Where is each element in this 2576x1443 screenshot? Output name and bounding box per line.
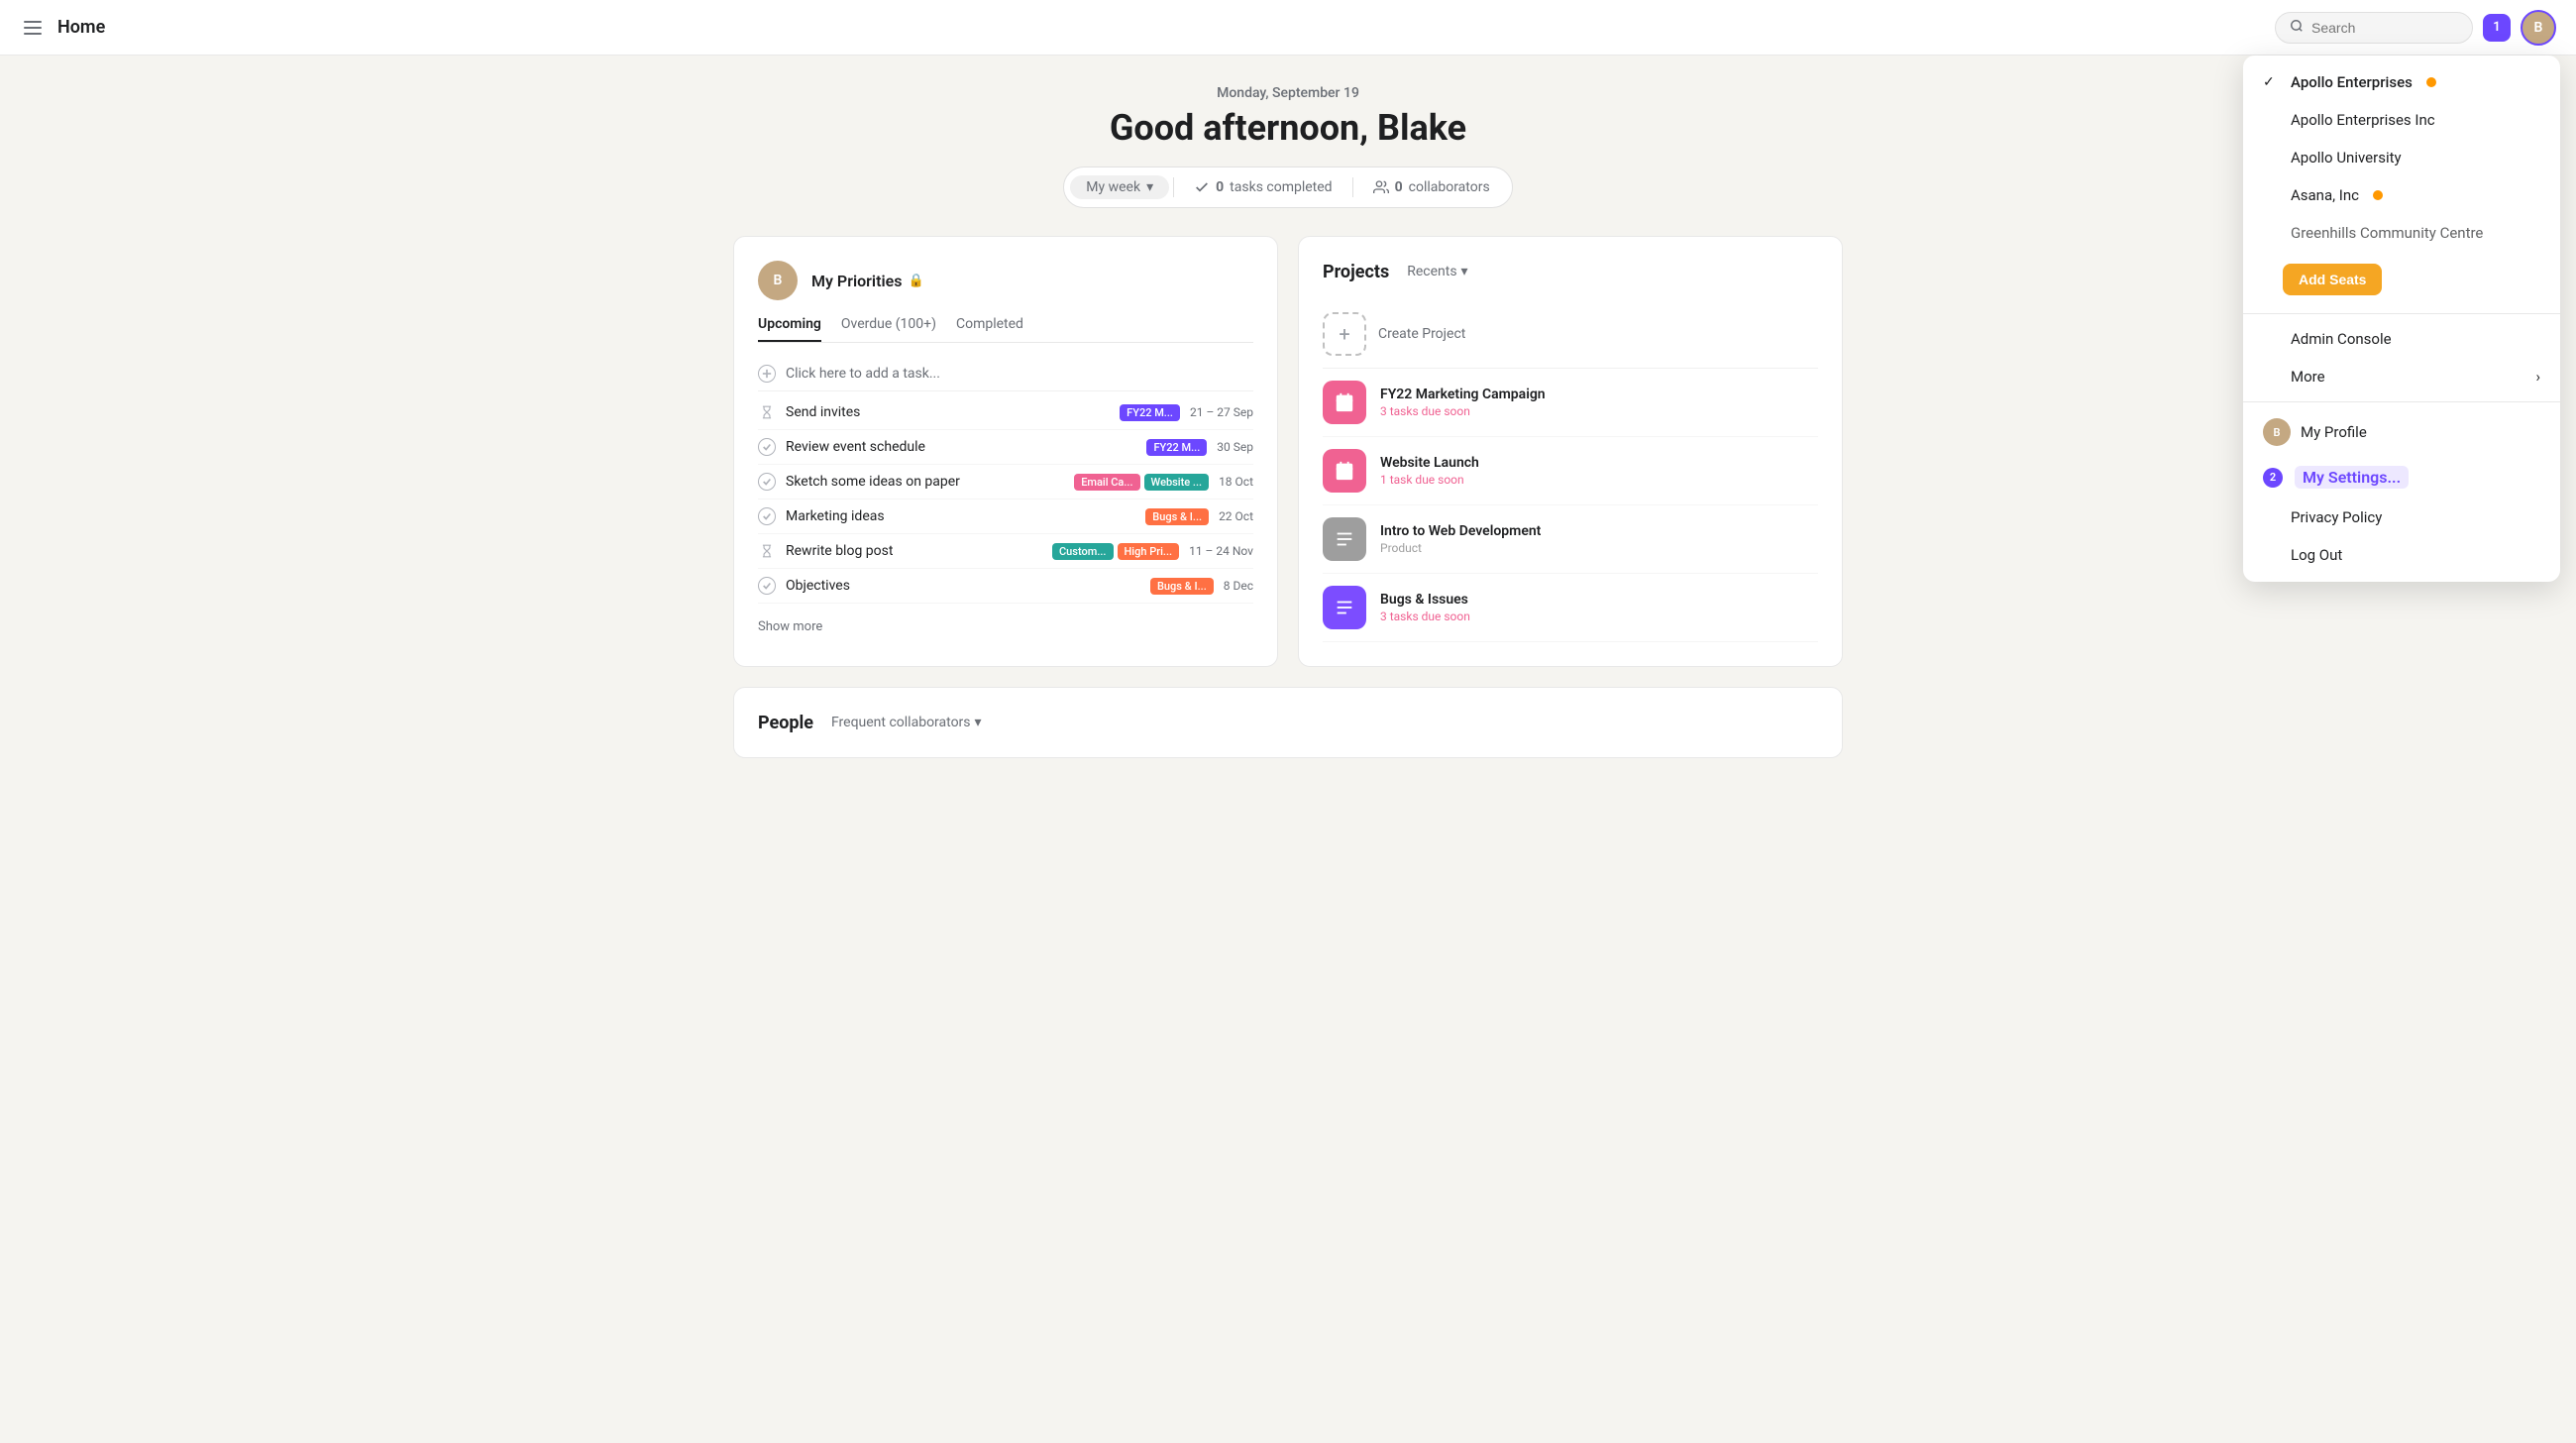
privacy-label: Privacy Policy (2291, 508, 2382, 526)
org-item-apollo-enterprises[interactable]: ✓ Apollo Enterprises (2243, 63, 2560, 101)
my-profile-label: My Profile (2301, 423, 2367, 441)
org-name: Apollo Enterprises Inc (2291, 111, 2435, 129)
more-item[interactable]: More › (2243, 358, 2560, 395)
org-name: Asana, Inc (2291, 186, 2359, 204)
org-name: Apollo University (2291, 149, 2402, 166)
active-dot (2373, 190, 2383, 200)
org-name: Greenhills Community Centre (2291, 224, 2483, 242)
dropdown-menu: ✓ Apollo Enterprises Apollo Enterprises … (2243, 56, 2560, 582)
org-item-asana[interactable]: Asana, Inc (2243, 176, 2560, 214)
org-item-greenhills[interactable]: Greenhills Community Centre (2243, 214, 2560, 252)
active-dot (2426, 77, 2436, 87)
logout-label: Log Out (2291, 546, 2342, 564)
add-seats-button[interactable]: Add Seats (2283, 264, 2382, 295)
divider (2243, 313, 2560, 314)
more-label: More (2291, 368, 2325, 386)
my-profile-item[interactable]: B My Profile (2243, 408, 2560, 456)
my-settings-label: My Settings... (2295, 466, 2409, 489)
add-seats-row: Add Seats (2243, 252, 2560, 307)
check-icon: ✓ (2263, 74, 2281, 90)
profile-avatar: B (2263, 418, 2291, 446)
privacy-policy-item[interactable]: Privacy Policy (2243, 499, 2560, 536)
org-item-apollo-enterprises-inc[interactable]: Apollo Enterprises Inc (2243, 101, 2560, 139)
admin-console-item[interactable]: Admin Console (2243, 320, 2560, 358)
org-name: Apollo Enterprises (2291, 73, 2413, 91)
divider (2243, 401, 2560, 402)
admin-console-label: Admin Console (2291, 330, 2392, 348)
org-item-apollo-university[interactable]: Apollo University (2243, 139, 2560, 176)
dropdown-overlay[interactable] (0, 0, 2576, 1443)
my-settings-item[interactable]: 2 My Settings... (2243, 456, 2560, 499)
settings-badge: 2 (2263, 468, 2283, 488)
logout-item[interactable]: Log Out (2243, 536, 2560, 574)
chevron-right-icon: › (2535, 368, 2540, 386)
